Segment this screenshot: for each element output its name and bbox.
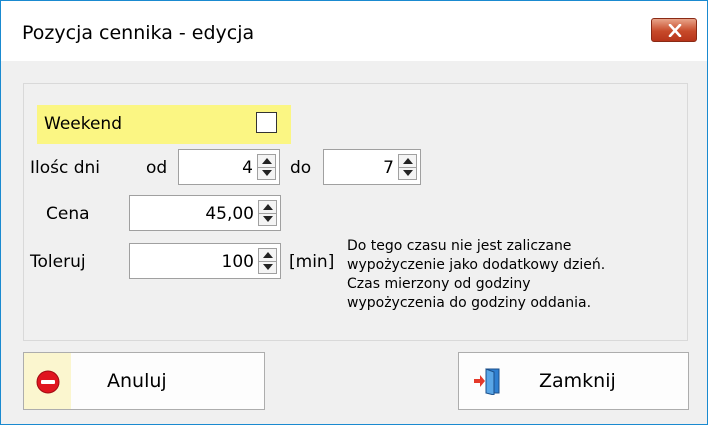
spin-down-icon[interactable] [259,213,276,225]
spin-down-icon[interactable] [399,167,416,179]
price-spin[interactable] [258,200,277,226]
note-line: Czas mierzony od godziny [347,276,531,292]
note-line: wypożyczenie jako dodatkowy dzień. [347,257,606,273]
tolerance-unit: [min] [289,252,335,272]
days-to-stepper[interactable]: 7 [323,149,421,185]
tolerance-label: Toleruj [30,252,86,272]
close-button-label: Zamknij [539,370,616,392]
days-to-label: do [290,158,312,178]
days-from-label: od [146,158,168,178]
days-from-value: 4 [242,158,253,178]
price-value: 45,00 [205,204,254,224]
title-bar[interactable]: Pozycja cennika - edycja [1,1,707,61]
price-label: Cena [46,204,90,224]
days-from-spin[interactable] [257,154,276,180]
close-x-icon [668,24,682,37]
stop-icon [36,370,60,394]
price-stepper[interactable]: 45,00 [129,195,281,231]
weekend-checkbox[interactable] [256,112,277,133]
cancel-button[interactable]: Anuluj [23,352,265,410]
tolerance-value: 100 [221,252,254,272]
exit-door-icon [474,368,500,395]
cancel-button-label: Anuluj [107,370,167,392]
note-line: Do tego czasu nie jest zaliczane [347,238,572,254]
tolerance-spin[interactable] [258,248,277,274]
window-close-button[interactable] [651,18,697,42]
tolerance-note: Do tego czasu nie jest zaliczane wypożyc… [347,237,677,313]
weekend-label: Weekend [44,114,122,134]
days-to-value: 7 [383,158,394,178]
close-button[interactable]: Zamknij [458,352,689,410]
dialog-window: Pozycja cennika - edycja Weekend Ilośc d… [0,0,708,425]
spin-down-icon[interactable] [259,261,276,273]
days-from-stepper[interactable]: 4 [178,149,280,185]
note-line: wypożyczenia do godziny oddania. [347,295,592,311]
days-to-spin[interactable] [398,154,417,180]
days-label: Ilośc dni [30,158,101,178]
window-title: Pozycja cennika - edycja [22,22,255,44]
tolerance-stepper[interactable]: 100 [129,243,281,279]
spin-down-icon[interactable] [258,167,275,179]
